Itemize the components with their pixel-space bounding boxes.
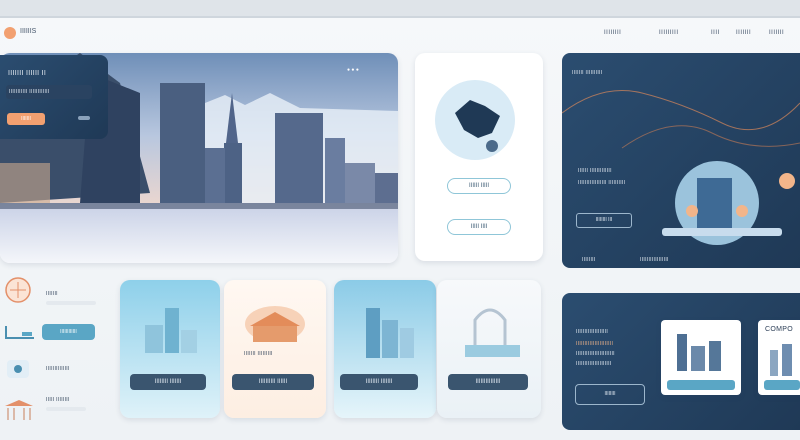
bottom-thumb-1[interactable] (661, 320, 741, 395)
tile-1-illustration (145, 308, 197, 353)
globe-pill-1[interactable]: IIIIII IIIII (447, 178, 511, 194)
promo-card: IIIIIII IIIIIIIIII IIIIII IIIIIIIIIIIII … (562, 53, 800, 268)
folder-icon (5, 326, 34, 339)
thumb-1-bar (667, 380, 735, 390)
hero-cta-button[interactable]: IIIIIII (7, 113, 45, 125)
side-item-bar-1 (46, 301, 96, 305)
nav-item-1[interactable]: IIIIIIII (604, 30, 621, 36)
map-pin-icon (7, 360, 29, 378)
hero-overlay-panel: IIIIIII IIIIII II IIIIIIIIIII IIIIIIIIII… (0, 55, 108, 139)
tile-3-illustration (366, 308, 414, 358)
tile-4[interactable]: IIIIIIIIIIIIIII (437, 280, 541, 418)
side-item-label-3[interactable]: IIIIIIIIIIIIII (46, 366, 70, 372)
tile-2-illustration (245, 306, 305, 342)
side-item-label-4[interactable]: IIIII IIIIIIII (46, 397, 70, 403)
tile-2-caption: IIIIIII IIIIIIIII (244, 351, 273, 357)
nav-item-2[interactable]: IIIIIIIII (659, 30, 679, 36)
bottom-panel-title: IIIIIIIIIIIIIIIIIII (576, 329, 609, 335)
thumb-2-label: COMPO (765, 326, 793, 333)
temple-icon (5, 400, 33, 420)
promo-line1: IIIIII IIIIIIIIIIIII (578, 168, 612, 174)
side-item-label-1[interactable]: IIIIIII (46, 291, 58, 297)
promo-heading: IIIIIII IIIIIIIIII (572, 70, 603, 76)
tile-4-illustration (465, 308, 520, 357)
brand-name: IIIIIIS (20, 28, 37, 35)
tile-2[interactable]: IIIIIII IIIIIIIII IIIIIIIIII IIIIII (224, 280, 326, 418)
hero-subtitle: IIIIIIIIIII IIIIIIIIIIII (9, 89, 50, 95)
browser-strip (0, 0, 800, 16)
bottom-panel-line2: IIIIIIIIIIIIIIIIIIIIIII (576, 351, 615, 357)
nav-item-4[interactable]: IIIIIII (736, 30, 751, 36)
bottom-panel-line3: IIIIIIIIIIIIIIIIIIIII (576, 361, 612, 367)
logo-icon[interactable] (4, 27, 16, 39)
promo-button[interactable]: IIIIIIII III (576, 213, 632, 228)
tile-3-button[interactable]: IIIIIIII IIIIIII (340, 374, 418, 390)
thumb-1-illustration (677, 334, 721, 371)
globe-pill-2[interactable]: IIIII IIII (447, 219, 511, 235)
side-item-bar-4 (46, 407, 86, 411)
nav-item-5[interactable]: IIIIIII (769, 30, 784, 36)
bottom-thumb-2[interactable]: COMPO (758, 320, 800, 395)
promo-line2: IIIIIIIIIIIIIIIII IIIIIIIIII (578, 180, 626, 186)
browser-divider (0, 16, 800, 18)
thumb-2-bar (764, 380, 800, 390)
carousel-dots[interactable]: ● ● ● (347, 67, 359, 73)
promo-illustration (562, 90, 800, 245)
tile-1[interactable]: IIIIIIII IIIIIII (120, 280, 220, 418)
bottom-panel-line1: IIIIIIIIIIIIIIIIIIIIII (576, 341, 614, 347)
network-icon (5, 277, 31, 303)
globe-card: IIIIII IIIII IIIII IIII (415, 53, 543, 261)
globe-illustration (435, 80, 515, 160)
hero-secondary-link[interactable] (78, 116, 90, 120)
tile-4-button[interactable]: IIIIIIIIIIIIIII (448, 374, 528, 390)
side-item-2-button[interactable]: IIIIIIIIIIII (42, 324, 95, 340)
tile-2-button[interactable]: IIIIIIIIII IIIIII (232, 374, 314, 390)
promo-footer-1: IIIIIIII (582, 257, 596, 263)
bottom-panel-button[interactable]: IIIIIIII (575, 384, 645, 405)
nav-item-3[interactable]: IIII (711, 30, 720, 36)
tile-1-button[interactable]: IIIIIIII IIIIIII (130, 374, 206, 390)
tile-3[interactable]: IIIIIIII IIIIIII (334, 280, 436, 418)
promo-footer-2: IIIIIIIIIIIIIIIII (640, 257, 669, 263)
thumb-2-illustration (770, 344, 792, 376)
hero-title: IIIIIII IIIIII II (8, 70, 47, 77)
hero-input-box[interactable]: IIIIIIIIIII IIIIIIIIIIII (6, 85, 92, 99)
